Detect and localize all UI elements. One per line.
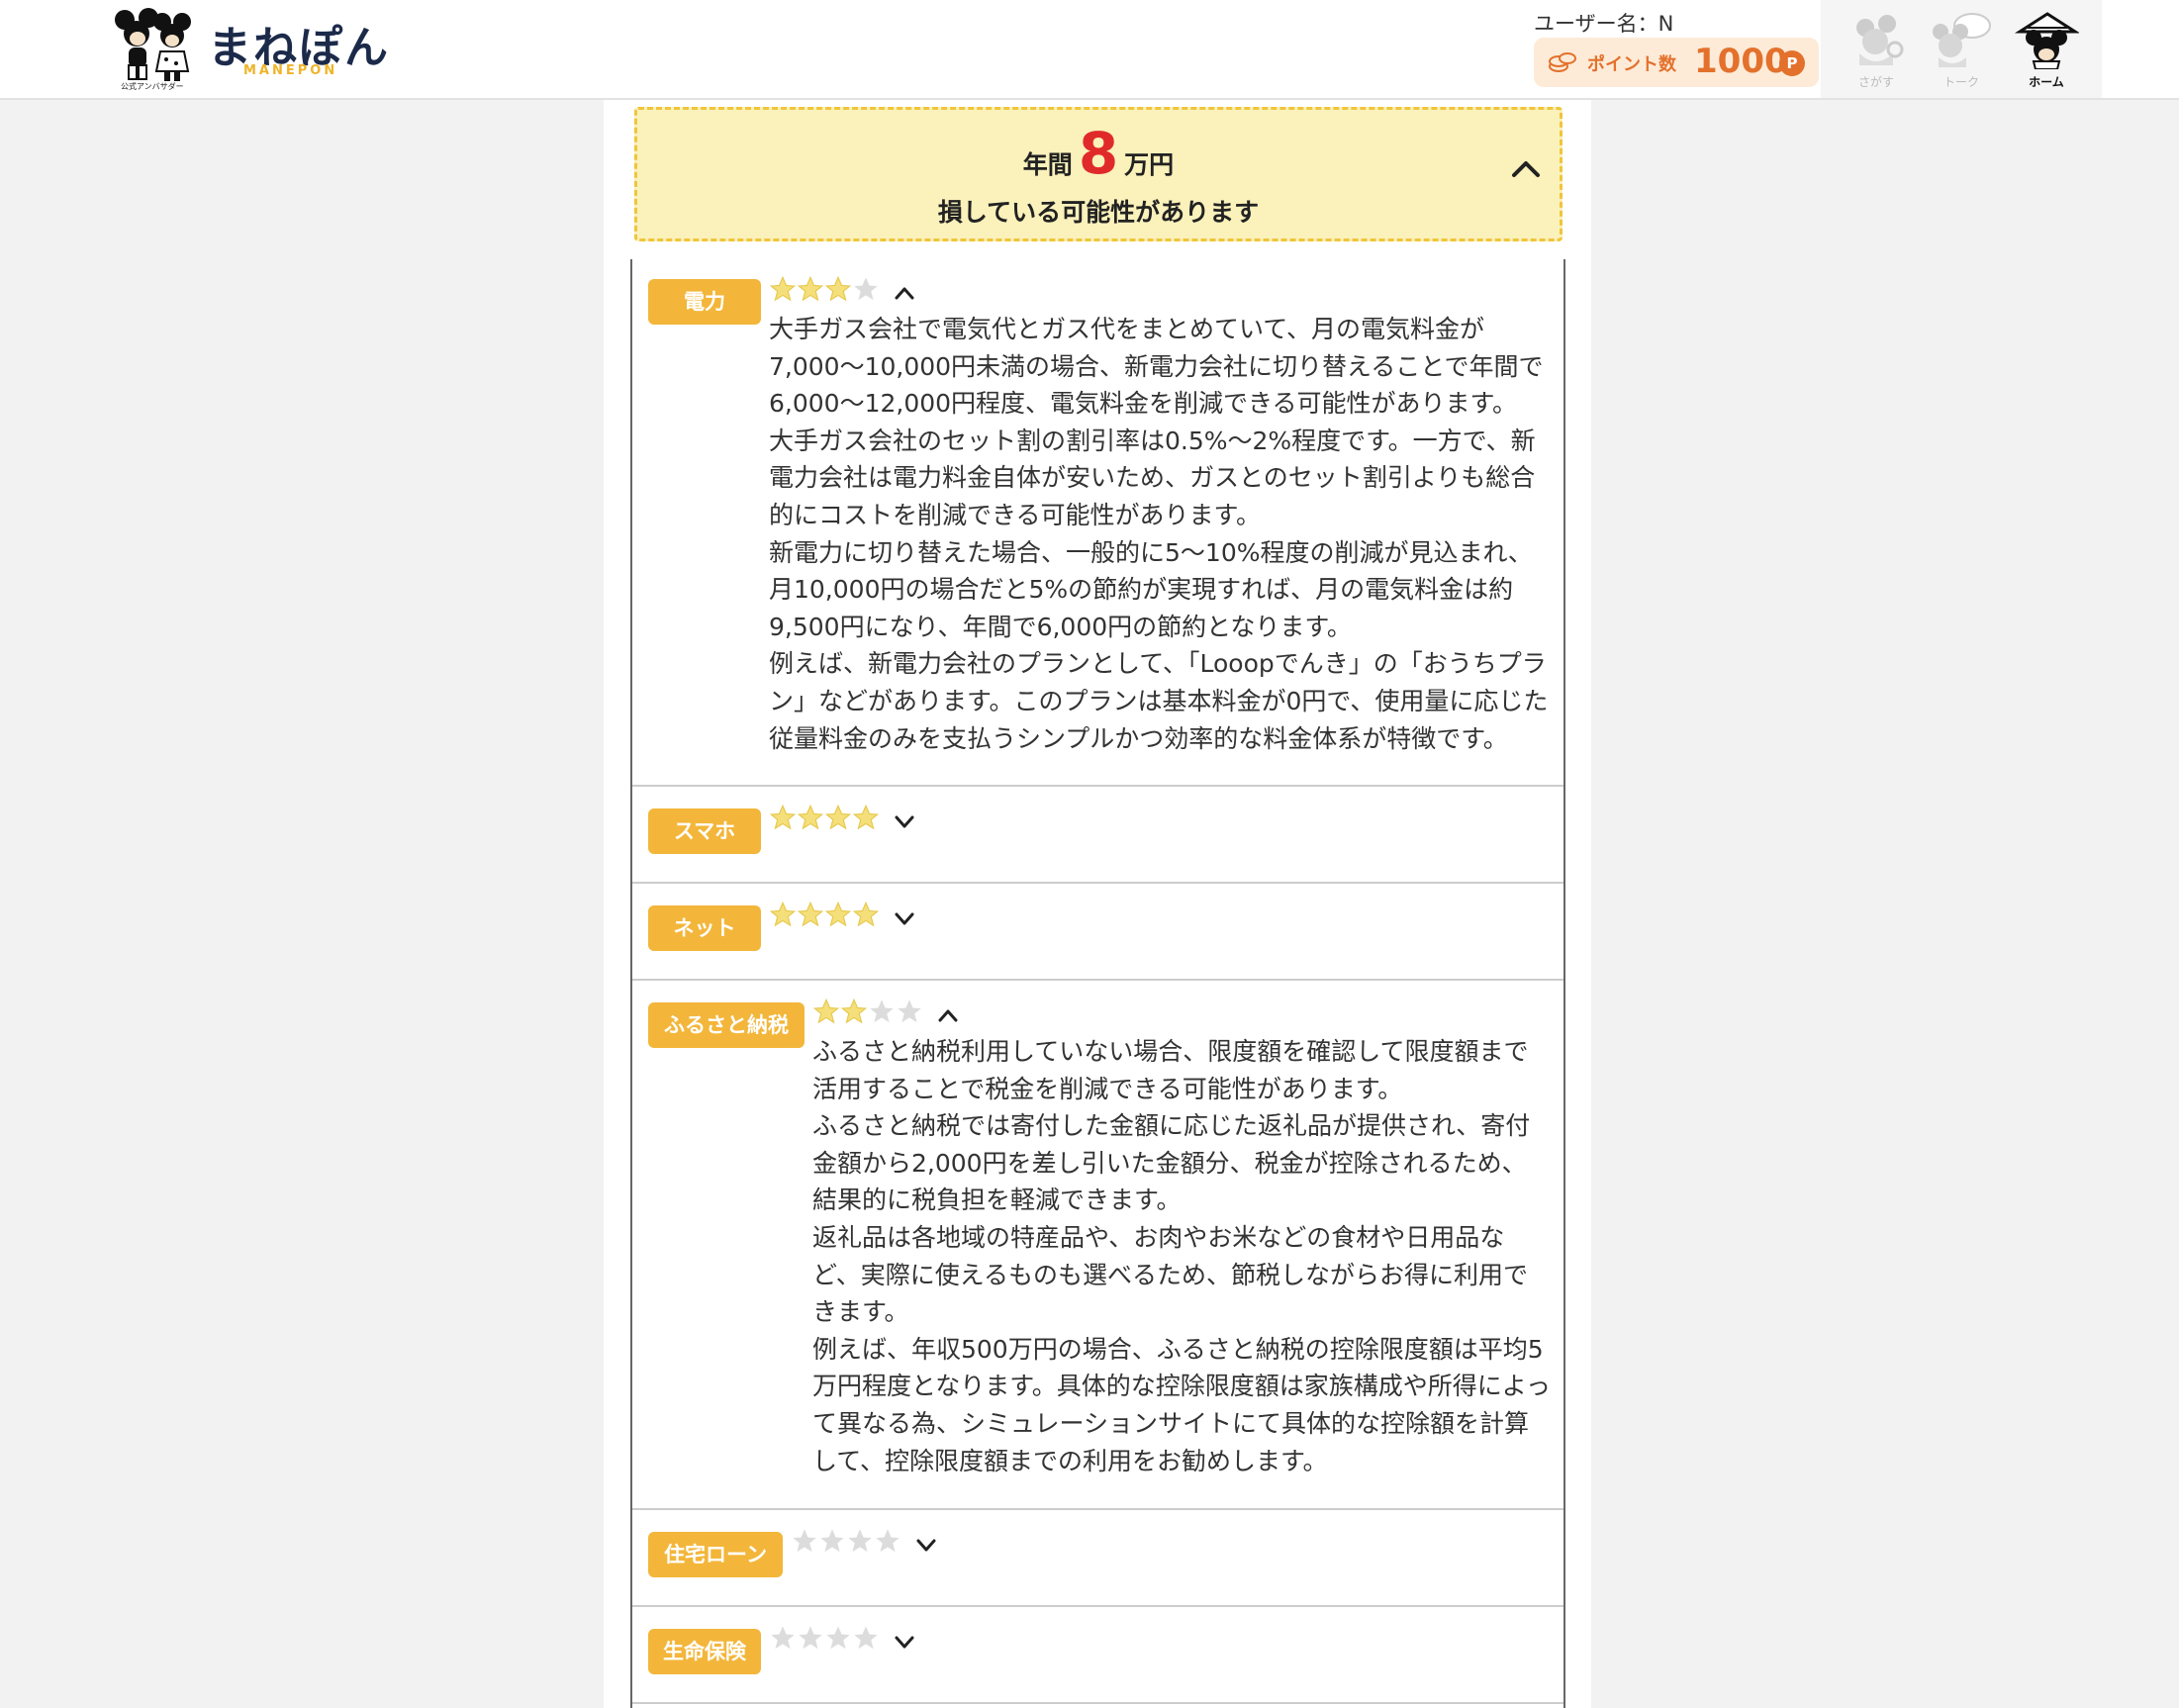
star-filled-icon	[797, 901, 824, 927]
description-paragraph: 例えば、新電力会社のプランとして、「Looopでんき」の「おうちプラン」などがあ…	[769, 649, 1549, 753]
nav-talk[interactable]: トーク	[1922, 10, 2001, 91]
star-empty-icon	[771, 1626, 795, 1650]
savings-prefix: 年間	[1022, 150, 1073, 179]
category-description-electricity: 大手ガス会社で電気代とガス代をまとめていて、月の電気料金が7,000〜10,00…	[769, 311, 1551, 757]
star-filled-icon	[797, 275, 824, 302]
star-empty-icon	[898, 999, 921, 1023]
chevron-up-icon[interactable]	[1510, 157, 1542, 181]
star-filled-icon	[852, 804, 880, 830]
star-filled-icon	[824, 804, 852, 830]
star-filled-icon	[797, 804, 824, 830]
star-filled-icon	[769, 275, 797, 302]
star-filled-icon	[769, 901, 797, 927]
row-divider	[632, 882, 1563, 884]
row-divider	[632, 1605, 1563, 1607]
chevron-down-icon[interactable]	[915, 1537, 937, 1553]
category-badge-electricity[interactable]: 電力	[648, 279, 761, 325]
description-paragraph: ふるさと納税利用していない場合、限度額を確認して限度額まで活用することで税金を削…	[812, 1037, 1529, 1103]
manepon-logo[interactable]: 公式アンバサダー まねぽん MANEPON	[111, 6, 388, 93]
nav-label-talk: トーク	[1942, 75, 1979, 89]
chevron-down-icon[interactable]	[894, 1634, 915, 1650]
star-empty-icon	[876, 1529, 900, 1553]
chevron-up-icon[interactable]	[894, 285, 915, 301]
rating-stars-smartphone	[769, 804, 880, 833]
description-paragraph: ふるさと納税では寄付した金額に応じた返礼品が提供され、寄付金額から2,000円を…	[812, 1111, 1531, 1215]
savings-suffix: 万円	[1124, 150, 1175, 179]
chevron-down-icon[interactable]	[894, 910, 915, 926]
star-filled-icon	[824, 275, 852, 302]
logo-subtitle: 公式アンバサダー	[121, 82, 184, 91]
rating-stars-life-insurance	[769, 1624, 880, 1654]
rating-stars-home-loan	[791, 1527, 901, 1557]
mickey-home-icon	[2014, 12, 2079, 69]
star-empty-icon	[854, 1626, 878, 1650]
star-empty-icon	[848, 1529, 872, 1553]
row-divider	[632, 1508, 1563, 1510]
category-badge-home-loan[interactable]: 住宅ローン	[648, 1532, 783, 1577]
chevron-down-icon[interactable]	[894, 813, 915, 829]
category-badge-furusato-tax[interactable]: ふるさと納税	[648, 1002, 805, 1048]
rating-stars-furusato-tax	[812, 997, 923, 1027]
description-paragraph: 例えば、年収500万円の場合、ふるさと納税の控除限度額は平均5万円程度となります…	[812, 1334, 1552, 1475]
mickey-minnie-logo-icon	[115, 8, 191, 81]
description-paragraph: 返礼品は各地域の特産品や、お肉やお米などの食材や日用品など、実際に使えるものも選…	[812, 1222, 1529, 1327]
nav-label-home: ホーム	[2029, 75, 2064, 89]
savings-amount: 8	[1078, 120, 1119, 187]
star-empty-icon	[820, 1529, 844, 1553]
mickey-search-icon	[1856, 15, 1904, 65]
nav-home[interactable]: ホーム	[2007, 10, 2086, 91]
star-filled-icon	[852, 901, 880, 927]
row-divider	[632, 785, 1563, 787]
row-divider	[632, 979, 1563, 981]
points-badge: ポイント数 1000 P	[1534, 38, 1819, 87]
star-filled-icon	[812, 997, 840, 1024]
rating-stars-electricity	[769, 275, 880, 305]
row-divider	[632, 1702, 1563, 1704]
user-name: ユーザー名：N	[1534, 12, 1674, 36]
nav-search[interactable]: さがす	[1837, 10, 1916, 91]
star-empty-icon	[870, 999, 894, 1023]
mickey-talk-icon	[1933, 13, 1991, 67]
logo-english: MANEPON	[243, 63, 338, 78]
star-filled-icon	[769, 804, 797, 830]
description-paragraph: 大手ガス会社のセット割の割引率は0.5%〜2%程度です。一方で、新電力会社は電力…	[769, 426, 1536, 529]
savings-message: 損している可能性があります	[937, 198, 1260, 227]
chevron-up-icon[interactable]	[937, 1007, 959, 1023]
nav-label-search: さがす	[1857, 75, 1894, 89]
app-header: 公式アンバサダー まねぽん MANEPON ユーザー名：N ポイント数 1000…	[0, 0, 2179, 100]
coins-icon	[1549, 52, 1576, 72]
points-value: 1000	[1694, 42, 1788, 81]
category-list: 電力 大手ガス会社で電気代とガス代をまとめていて、月の電気料金が7,000〜10…	[630, 259, 1565, 1708]
category-badge-internet[interactable]: ネット	[648, 905, 761, 951]
description-paragraph: 新電力に切り替えた場合、一般的に5〜10%程度の削減が見込まれ、月10,000円…	[769, 537, 1533, 641]
star-filled-icon	[824, 901, 852, 927]
category-badge-smartphone[interactable]: スマホ	[648, 808, 761, 854]
description-paragraph: 大手ガス会社で電気代とガス代をまとめていて、月の電気料金が7,000〜10,00…	[769, 315, 1544, 419]
category-description-furusato-tax: ふるさと納税利用していない場合、限度額を確認して限度額まで活用することで税金を削…	[812, 1033, 1551, 1479]
star-empty-icon	[799, 1626, 822, 1650]
savings-banner[interactable]: 年間 8 万円 損している可能性があります	[634, 107, 1563, 241]
star-empty-icon	[854, 277, 878, 301]
star-empty-icon	[793, 1529, 816, 1553]
points-label: ポイント数	[1587, 54, 1676, 75]
star-filled-icon	[840, 997, 868, 1024]
rating-stars-internet	[769, 901, 880, 930]
star-empty-icon	[826, 1626, 850, 1650]
category-badge-life-insurance[interactable]: 生命保険	[648, 1629, 761, 1674]
points-unit-icon: P	[1779, 50, 1805, 76]
savings-amount-line: 年間 8 万円	[637, 120, 1560, 187]
